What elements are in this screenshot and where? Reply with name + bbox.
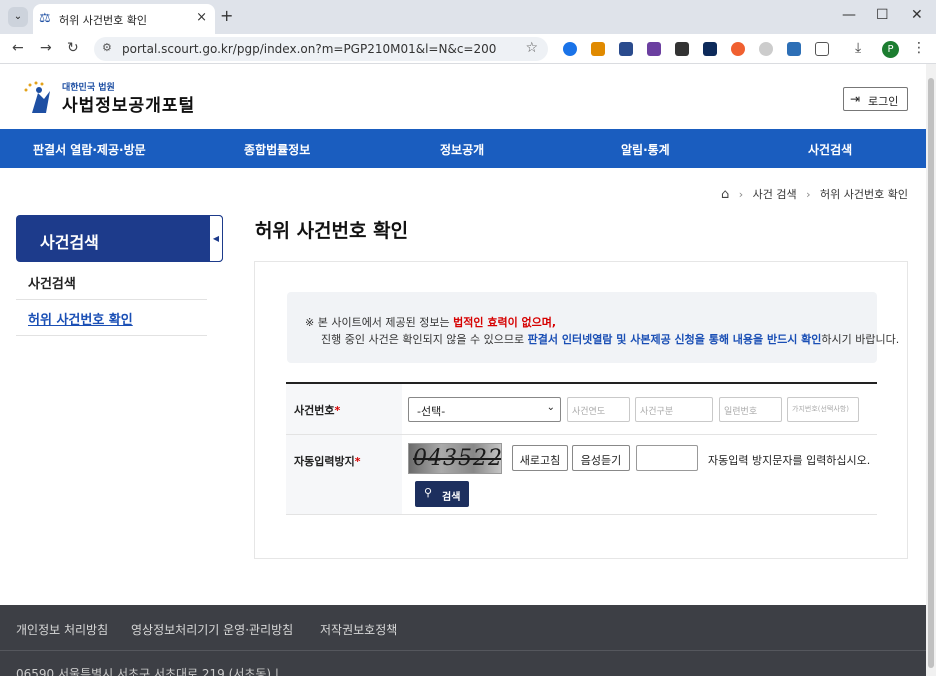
- sidebar-item-label: 허위 사건번호 확인: [28, 313, 133, 328]
- captcha-audio-button[interactable]: 음성듣기: [572, 445, 630, 471]
- browser-tab[interactable]: ⚖ 허위 사건번호 확인 ×: [33, 4, 215, 34]
- login-label: 로그인: [868, 95, 899, 108]
- extension-icon[interactable]: [647, 42, 661, 56]
- reload-icon[interactable]: ↻: [67, 40, 79, 56]
- captcha-image: 043522: [408, 443, 502, 474]
- sidebar-title-text: 사건검색: [40, 233, 99, 252]
- address-bar[interactable]: ⚙ portal.scourt.go.kr/pgp/index.on?m=PGP…: [94, 37, 548, 61]
- browser-toolbar: ← → ↻ ⚙ portal.scourt.go.kr/pgp/index.on…: [0, 34, 936, 64]
- site-header: 대한민국 법원 사법정보공개포털 ⇥ 로그인: [0, 64, 926, 129]
- site-footer: 개인정보 처리방침 영상정보처리기기 운영·관리방침 저작권보호정책 06590…: [0, 605, 926, 676]
- sidebar-title: 사건검색 ◀: [16, 215, 223, 262]
- extension-icon[interactable]: [703, 42, 717, 56]
- content-card: ※ 본 사이트에서 제공된 정보는 법적인 효력이 없으며, 진행 중인 사건은…: [254, 261, 908, 559]
- breadcrumb-item[interactable]: 사건 검색: [753, 188, 797, 201]
- gnb-item-stats[interactable]: 알림·통계: [621, 141, 670, 158]
- login-button[interactable]: ⇥ 로그인: [843, 87, 908, 111]
- search-form: 사건번호* -선택- ⌄ 사건연도 사건구분 일련번호 가지번호(선택사항) 자…: [286, 382, 877, 515]
- url-text: portal.scourt.go.kr/pgp/index.on?m=PGP21…: [122, 42, 497, 56]
- extension-icon[interactable]: [563, 42, 577, 56]
- maximize-icon[interactable]: ☐: [876, 7, 889, 23]
- sidebar-item-case-search[interactable]: 사건검색: [16, 264, 207, 300]
- chevron-down-icon: ⌄: [546, 402, 555, 413]
- extension-icon[interactable]: [787, 42, 801, 56]
- case-year-input[interactable]: 사건연도: [567, 397, 630, 422]
- tab-close-icon[interactable]: ×: [196, 10, 207, 25]
- scrollbar-thumb[interactable]: [928, 78, 934, 668]
- sidebar-item-label: 사건검색: [28, 277, 76, 292]
- new-tab-button[interactable]: +: [220, 6, 233, 25]
- page-title: 허위 사건번호 확인: [255, 220, 409, 242]
- court-favicon-icon: ⚖: [39, 11, 51, 26]
- page-scrollbar[interactable]: [926, 64, 936, 676]
- court-select[interactable]: -선택- ⌄: [408, 397, 561, 422]
- case-number-row: 사건번호* -선택- ⌄ 사건연도 사건구분 일련번호 가지번호(선택사항): [286, 384, 877, 435]
- footer-address: 06590 서울특별시 서초구 서초대로 219 (서초동) |: [16, 667, 279, 676]
- case-number-label: 사건번호*: [294, 404, 341, 417]
- home-icon[interactable]: ⌂: [721, 187, 729, 202]
- download-icon[interactable]: ⤓: [855, 40, 861, 56]
- browser-tabbar: ⌄ ⚖ 허위 사건번호 확인 × + — ☐ ✕: [0, 0, 936, 34]
- captcha-label: 자동입력방지*: [294, 455, 361, 468]
- captcha-row: 자동입력방지* 043522 새로고침 음성듣기 자동입력 방지문자를 입력하십…: [286, 435, 877, 515]
- breadcrumb: ⌂ › 사건 검색 › 허위 사건번호 확인: [720, 187, 908, 202]
- search-icon: ⚲: [424, 486, 433, 499]
- court-logo-icon[interactable]: [22, 79, 58, 115]
- login-icon: ⇥: [850, 92, 861, 106]
- notice-box: ※ 본 사이트에서 제공된 정보는 법적인 효력이 없으며, 진행 중인 사건은…: [287, 292, 899, 363]
- extension-icon[interactable]: [731, 42, 745, 56]
- global-nav: 판결서 열람·제공·방문 종합법률정보 정보공개 알림·통계 사건검색: [0, 129, 926, 168]
- extensions-puzzle-icon[interactable]: [815, 42, 829, 56]
- captcha-refresh-button[interactable]: 새로고침: [512, 445, 568, 471]
- browser-menu-icon[interactable]: ⋮: [912, 40, 926, 56]
- site-info-icon[interactable]: ⚙: [102, 41, 112, 54]
- notice-line-1: ※ 본 사이트에서 제공된 정보는 법적인 효력이 없으며,: [305, 316, 557, 329]
- bookmark-star-icon[interactable]: ☆: [525, 40, 538, 56]
- footer-link-copyright[interactable]: 저작권보호정책: [320, 621, 397, 638]
- forward-arrow-icon[interactable]: →: [40, 40, 52, 56]
- footer-link-cctv[interactable]: 영상정보처리기기 운영·관리방침: [131, 621, 293, 638]
- extension-icon[interactable]: [619, 42, 633, 56]
- logo-title[interactable]: 사법정보공개포털: [62, 91, 195, 116]
- notice-line-2: 진행 중인 사건은 확인되지 않을 수 있으므로 판결서 인터넷열람 및 사본제…: [321, 333, 900, 346]
- minimize-icon[interactable]: —: [842, 7, 856, 23]
- case-type-input[interactable]: 사건구분: [635, 397, 713, 422]
- breadcrumb-item-current: 허위 사건번호 확인: [820, 188, 908, 201]
- case-branch-input[interactable]: 가지번호(선택사항): [787, 397, 859, 422]
- search-button[interactable]: ⚲ 검색: [415, 481, 469, 507]
- gnb-item-judgment[interactable]: 판결서 열람·제공·방문: [33, 141, 146, 158]
- captcha-input[interactable]: [636, 445, 698, 471]
- profile-avatar[interactable]: P: [882, 41, 899, 58]
- tab-list-button[interactable]: ⌄: [8, 7, 28, 27]
- sidebar-item-false-case-check[interactable]: 허위 사건번호 확인: [16, 300, 207, 336]
- gnb-item-case-search[interactable]: 사건검색: [808, 141, 852, 158]
- gnb-item-disclosure[interactable]: 정보공개: [440, 141, 484, 158]
- tab-title: 허위 사건번호 확인: [59, 14, 147, 27]
- extension-icon[interactable]: [759, 42, 773, 56]
- footer-link-privacy[interactable]: 개인정보 처리방침: [16, 621, 108, 638]
- back-arrow-icon[interactable]: ←: [12, 40, 24, 56]
- captcha-hint: 자동입력 방지문자를 입력하십시오.: [708, 454, 871, 467]
- gnb-item-legal-info[interactable]: 종합법률정보: [244, 141, 310, 158]
- extension-icon[interactable]: [675, 42, 689, 56]
- sidebar-collapse-button[interactable]: ◀: [209, 215, 223, 262]
- extension-icon[interactable]: [591, 42, 605, 56]
- case-serial-input[interactable]: 일련번호: [719, 397, 782, 422]
- window-close-icon[interactable]: ✕: [911, 7, 923, 23]
